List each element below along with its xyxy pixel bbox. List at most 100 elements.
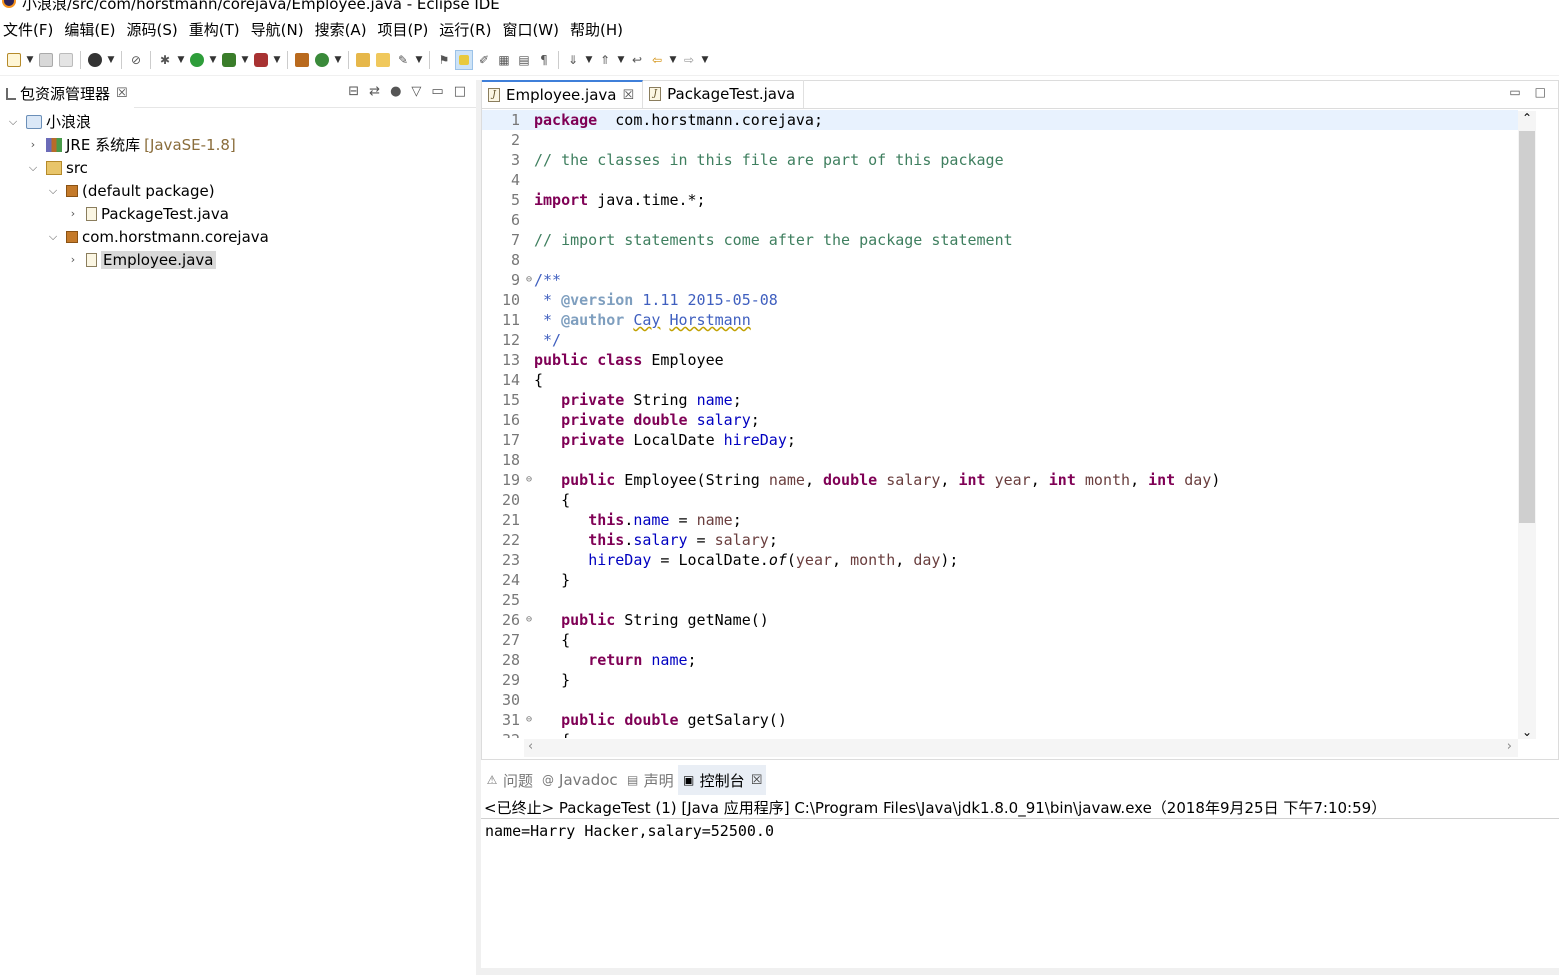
close-icon[interactable]: ☒ [623,88,635,103]
external-tools-dropdown-icon[interactable]: ▼ [272,50,282,70]
code-line[interactable]: 6 [482,210,1518,230]
skip-breakpoints-icon[interactable]: ⊘ [127,50,145,70]
code-line[interactable]: 10 * @version 1.11 2015-05-08 [482,290,1518,310]
search-icon[interactable]: ✎ [394,50,412,70]
console-output[interactable]: name=Harry Hacker,salary=52500.0 [481,819,1559,843]
new-class-dropdown-icon[interactable]: ▼ [333,50,343,70]
chevron-down-icon[interactable]: ⌵ [26,161,40,175]
code-line[interactable]: 17 private LocalDate hireDay; [482,430,1518,450]
back-icon[interactable]: ⇦ [648,50,666,70]
maximize-icon[interactable]: □ [1535,85,1546,99]
forward-dropdown-icon[interactable]: ▼ [700,50,710,70]
open-type-icon[interactable] [354,50,372,70]
horizontal-scrollbar[interactable]: ‹ › [524,739,1518,757]
previous-annotation-dropdown-icon[interactable]: ▼ [616,50,626,70]
menu-item[interactable]: 运行(R) [435,19,498,40]
menu-item[interactable]: 导航(N) [247,19,311,40]
menu-item[interactable]: 窗口(W) [498,19,566,40]
perspective-icon[interactable] [86,50,104,70]
code-line[interactable]: 31 ⊖ public double getSalary() [482,710,1518,730]
toggle-breadcrumb-icon[interactable]: ⚑ [435,50,453,70]
code-line[interactable]: 11 * @author Cay Horstmann [482,310,1518,330]
next-annotation-dropdown-icon[interactable]: ▼ [584,50,594,70]
menu-item[interactable]: 编辑(E) [60,19,122,40]
tree-item[interactable]: ⌵ src [0,156,476,179]
chevron-down-icon[interactable]: ⌵ [46,184,60,198]
code-line[interactable]: 1 package com.horstmann.corejava; [482,110,1518,130]
bottom-tab[interactable]: ⚠ 问题 [481,765,537,795]
vertical-scrollbar[interactable]: ⌃ ⌄ [1518,111,1536,739]
coverage-dropdown-icon[interactable]: ▼ [240,50,250,70]
next-annotation-icon[interactable]: ⇓ [564,50,582,70]
minimize-icon[interactable]: ▭ [1509,85,1520,99]
fold-icon[interactable]: ⊖ [526,270,532,290]
chevron-right-icon[interactable]: › [26,138,40,151]
scroll-up-icon[interactable]: ⌃ [1518,111,1536,125]
code-line[interactable]: 3 // the classes in this file are part of… [482,150,1518,170]
chevron-right-icon[interactable]: › [66,207,80,220]
fold-icon[interactable]: ⊖ [526,710,532,730]
code-line[interactable]: 28 return name; [482,650,1518,670]
external-tools-icon[interactable] [252,50,270,70]
new-icon[interactable] [5,50,23,70]
menu-item[interactable]: 项目(P) [374,19,436,40]
code-line[interactable]: 2 [482,130,1518,150]
debug-dropdown-icon[interactable]: ▼ [176,50,186,70]
chevron-right-icon[interactable]: › [66,253,80,266]
new-java-class-icon[interactable] [313,50,331,70]
link-with-editor-icon[interactable]: ⇄ [369,84,380,99]
tree-item[interactable]: ⌵ (default package) [0,179,476,202]
new-dropdown-icon[interactable]: ▼ [25,50,35,70]
code-line[interactable]: 26 ⊖ public String getName() [482,610,1518,630]
minimize-icon[interactable]: ▭ [431,84,443,99]
menu-item[interactable]: 搜索(A) [311,19,374,40]
save-all-icon[interactable] [57,50,75,70]
bottom-tab[interactable]: ▣ 控制台 ☒ [677,765,767,795]
last-edit-location-icon[interactable]: ↩ [628,50,646,70]
code-line[interactable]: 20 { [482,490,1518,510]
code-line[interactable]: 25 [482,590,1518,610]
code-line[interactable]: 7 // import statements come after the pac… [482,230,1518,250]
run-icon[interactable] [188,50,206,70]
fold-icon[interactable]: ⊖ [526,470,532,490]
view-menu-icon[interactable]: ▽ [411,84,421,99]
close-icon[interactable]: ☒ [116,86,128,101]
code-line[interactable]: 22 this.salary = salary; [482,530,1518,550]
editor-tab[interactable]: J Employee.java ☒ [482,80,644,108]
code-line[interactable]: 5 import java.time.*; [482,190,1518,210]
tab-package-explorer[interactable]: 包资源管理器 ☒ [0,79,134,108]
perspective-dropdown-icon[interactable]: ▼ [106,50,116,70]
search-dropdown-icon[interactable]: ▼ [414,50,424,70]
show-whitespace-icon[interactable]: ▤ [515,50,533,70]
toggle-mark-occurrences-icon[interactable] [455,49,473,70]
editor-tab[interactable]: J PackageTest.java [643,80,805,108]
tree-item[interactable]: ⌵ com.horstmann.corejava [0,225,476,248]
scroll-right-icon[interactable]: › [1507,739,1512,754]
code-line[interactable]: 23 hireDay = LocalDate.of(year, month, d… [482,550,1518,570]
code-line[interactable]: 27 { [482,630,1518,650]
maximize-icon[interactable]: □ [454,84,466,99]
focus-icon[interactable]: ● [390,84,401,99]
bottom-tab[interactable]: @ Javadoc [537,765,622,795]
chevron-down-icon[interactable]: ⌵ [6,115,20,129]
forward-icon[interactable]: ⇨ [680,50,698,70]
chevron-down-icon[interactable]: ⌵ [46,230,60,244]
menu-item[interactable]: 源码(S) [123,19,185,40]
new-java-package-icon[interactable] [293,50,311,70]
open-task-icon[interactable] [374,50,392,70]
code-line[interactable]: 30 [482,690,1518,710]
menu-item[interactable]: 帮助(H) [566,19,630,40]
run-dropdown-icon[interactable]: ▼ [208,50,218,70]
code-editor[interactable]: 1 package com.horstmann.corejava; 2 3// the… [482,110,1518,738]
code-line[interactable]: 32 { [482,730,1518,738]
code-line[interactable]: 29 } [482,670,1518,690]
tree-item[interactable]: › JRE 系统库 [JavaSE-1.8] [0,133,476,156]
code-line[interactable]: 18 [482,450,1518,470]
menu-item[interactable]: 文件(F) [0,19,60,40]
code-line[interactable]: 14 { [482,370,1518,390]
code-line[interactable]: 24 } [482,570,1518,590]
bottom-tab[interactable]: ▤ 声明 [622,765,678,795]
close-icon[interactable]: ☒ [751,773,763,788]
save-icon[interactable] [37,50,55,70]
scroll-left-icon[interactable]: ‹ [528,739,533,754]
